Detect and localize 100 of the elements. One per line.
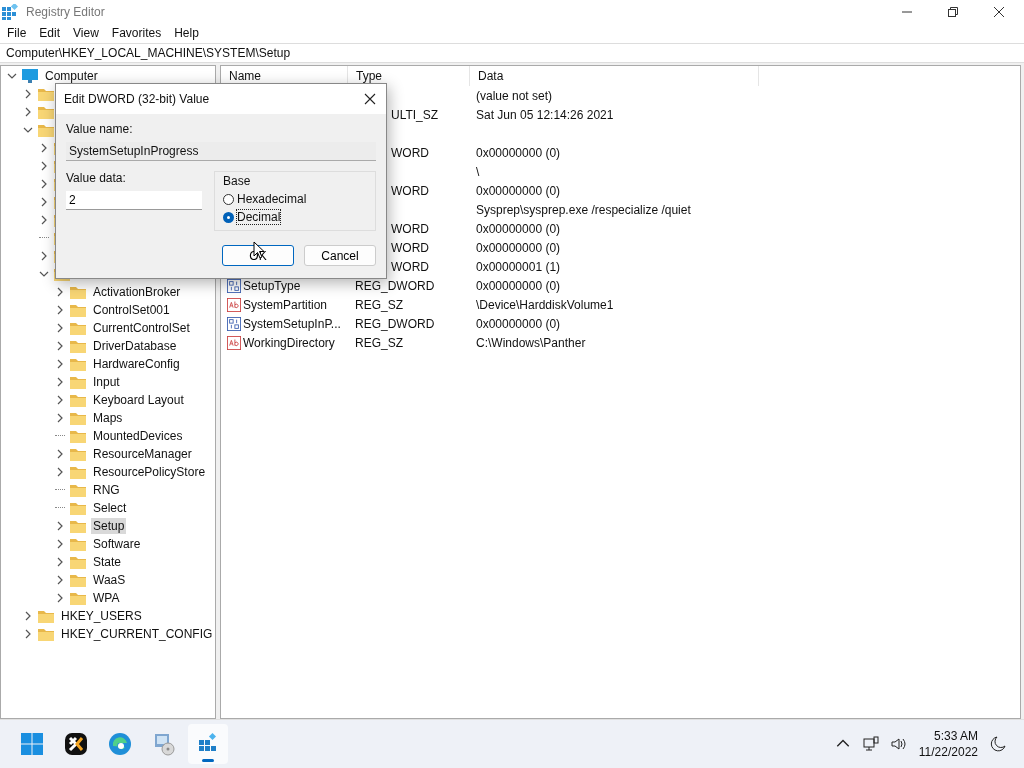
table-cell[interactable]: SystemPartition [243, 297, 328, 312]
expand-chevron-icon[interactable] [39, 179, 49, 189]
group-label: Base [223, 174, 252, 188]
tree-item[interactable]: Input [91, 374, 122, 390]
restore-icon[interactable] [948, 7, 958, 17]
tree-item[interactable]: ResourcePolicyStore [91, 464, 208, 480]
table-cell[interactable]: WorkingDirectory [243, 335, 335, 350]
table-cell: ULTI_SZ [391, 107, 439, 122]
tree-item[interactable]: CurrentControlSet [91, 320, 192, 336]
folder-icon [69, 554, 87, 570]
radio-button[interactable] [223, 211, 234, 223]
tree-item[interactable]: WPA [91, 590, 122, 606]
tree-item[interactable]: WaaS [91, 572, 128, 588]
table-cell: Sysprep\sysprep.exe /respecialize /quiet [476, 202, 691, 217]
expand-chevron-icon[interactable] [55, 287, 65, 297]
tree-item[interactable]: DriverDatabase [91, 338, 179, 354]
table-cell[interactable]: SystemSetupInP... [243, 316, 341, 331]
expand-chevron-icon[interactable] [39, 197, 49, 207]
moon-icon[interactable] [990, 736, 1006, 752]
tree-item[interactable]: ResourceManager [91, 446, 194, 462]
tree-item[interactable]: Setup [91, 518, 127, 534]
collapse-chevron-icon[interactable] [39, 269, 49, 279]
expand-chevron-icon[interactable] [55, 593, 65, 603]
computer-disc-icon [152, 732, 176, 756]
clock-time[interactable]: 5:33 AM [933, 728, 978, 744]
column-header[interactable]: Data [470, 66, 759, 86]
expand-chevron-icon[interactable] [55, 413, 65, 423]
tree-item[interactable]: Keyboard Layout [91, 392, 186, 408]
expand-chevron-icon[interactable] [23, 107, 33, 117]
value-data-field[interactable]: 2 [66, 191, 202, 210]
tree-item[interactable]: State [91, 554, 124, 570]
binary-value-icon [227, 316, 241, 331]
expand-chevron-icon[interactable] [55, 323, 65, 333]
table-cell: 0x00000000 (0) [476, 316, 561, 331]
menu-item[interactable]: Edit [39, 26, 61, 40]
table-cell: REG_SZ [355, 297, 403, 312]
folder-icon [69, 446, 87, 462]
collapse-chevron-icon[interactable] [23, 125, 33, 135]
radio-label[interactable]: Decimal [237, 210, 281, 224]
tree-item[interactable]: RNG [91, 482, 122, 498]
expand-chevron-icon[interactable] [39, 215, 49, 225]
dialog-button[interactable]: Cancel [304, 245, 376, 266]
menu-item[interactable]: View [73, 26, 99, 40]
folder-icon [69, 338, 87, 354]
network-icon[interactable] [862, 736, 879, 752]
table-cell: 0x00000000 (0) [476, 240, 561, 255]
tree-item[interactable]: ActivationBroker [91, 284, 183, 300]
table-cell: 0x00000000 (0) [476, 145, 561, 160]
expand-chevron-icon[interactable] [55, 377, 65, 387]
tree-item[interactable]: Computer [43, 68, 100, 84]
field-label: Value name: [66, 122, 134, 136]
table-cell: 0x00000000 (0) [476, 183, 561, 198]
table-cell: REG_DWORD [355, 278, 435, 293]
tree-item[interactable]: Maps [91, 410, 125, 426]
expand-chevron-icon[interactable] [55, 449, 65, 459]
folder-icon [69, 356, 87, 372]
tree-item[interactable]: MountedDevices [91, 428, 185, 444]
expand-chevron-icon[interactable] [23, 629, 33, 639]
menu-item[interactable]: File [7, 26, 27, 40]
expand-chevron-icon[interactable] [55, 359, 65, 369]
speaker-icon[interactable] [890, 736, 907, 752]
radio-label[interactable]: Hexadecimal [237, 192, 307, 206]
expand-chevron-icon[interactable] [55, 467, 65, 477]
tree-item[interactable]: Select [91, 500, 129, 516]
folder-icon [69, 428, 87, 444]
table-cell: WORD [391, 240, 429, 255]
browser-icon [108, 732, 132, 756]
tree-item[interactable]: HardwareConfig [91, 356, 182, 372]
tree-item[interactable]: HKEY_USERS [59, 608, 144, 624]
table-cell: REG_DWORD [355, 316, 435, 331]
expand-chevron-icon[interactable] [39, 161, 49, 171]
clock-date[interactable]: 11/22/2022 [918, 744, 978, 760]
menu-item[interactable]: Help [174, 26, 199, 40]
expand-chevron-icon[interactable] [55, 539, 65, 549]
expand-chevron-icon[interactable] [39, 251, 49, 261]
expand-chevron-icon[interactable] [23, 89, 33, 99]
tree-item[interactable]: HKEY_CURRENT_CONFIG [59, 626, 215, 642]
table-cell: 0x00000000 (0) [476, 278, 561, 293]
value-name-field[interactable]: SystemSetupInProgress [66, 142, 376, 161]
folder-icon [69, 392, 87, 408]
expand-chevron-icon[interactable] [55, 521, 65, 531]
table-cell[interactable]: SetupType [243, 278, 301, 293]
tree-item[interactable]: ControlSet001 [91, 302, 172, 318]
expand-chevron-icon[interactable] [55, 395, 65, 405]
expand-chevron-icon[interactable] [23, 611, 33, 621]
table-cell: REG_SZ [355, 335, 403, 350]
menu-item[interactable]: Favorites [111, 26, 162, 40]
close-icon[interactable] [994, 7, 1004, 17]
close-icon[interactable] [364, 93, 376, 105]
collapse-chevron-icon[interactable] [7, 71, 17, 81]
radio-button[interactable] [223, 193, 234, 205]
expand-chevron-icon[interactable] [55, 557, 65, 567]
tree-item[interactable]: Software [91, 536, 143, 552]
expand-chevron-icon[interactable] [39, 143, 49, 153]
table-cell: \Device\HarddiskVolume1 [476, 297, 614, 312]
x-logo-icon [64, 732, 88, 756]
expand-chevron-icon[interactable] [55, 575, 65, 585]
expand-chevron-icon[interactable] [55, 305, 65, 315]
expand-chevron-icon[interactable] [55, 341, 65, 351]
address-bar[interactable]: Computer\HKEY_LOCAL_MACHINE\SYSTEM\Setup [0, 43, 1024, 63]
